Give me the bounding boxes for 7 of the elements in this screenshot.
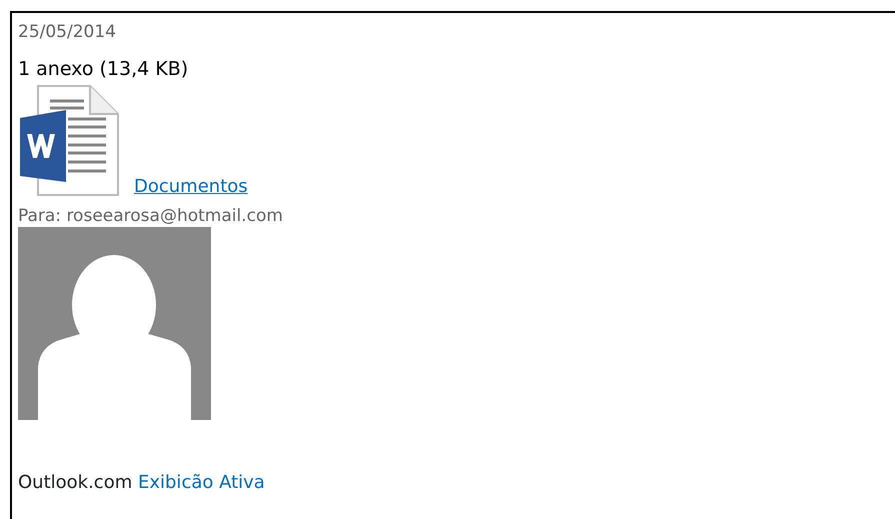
active-view-link[interactable]: Exibicão Ativa <box>138 472 265 493</box>
attachment-summary: 1 anexo (13,4 KB) <box>18 57 190 81</box>
attachment-link[interactable]: Documentos <box>134 177 248 197</box>
recipient-text: Para: roseearosa@hotmail.com <box>18 205 284 227</box>
word-document-icon <box>18 85 120 197</box>
brand-text: Outlook.com <box>18 472 132 493</box>
email-date: 25/05/2014 <box>18 21 117 43</box>
